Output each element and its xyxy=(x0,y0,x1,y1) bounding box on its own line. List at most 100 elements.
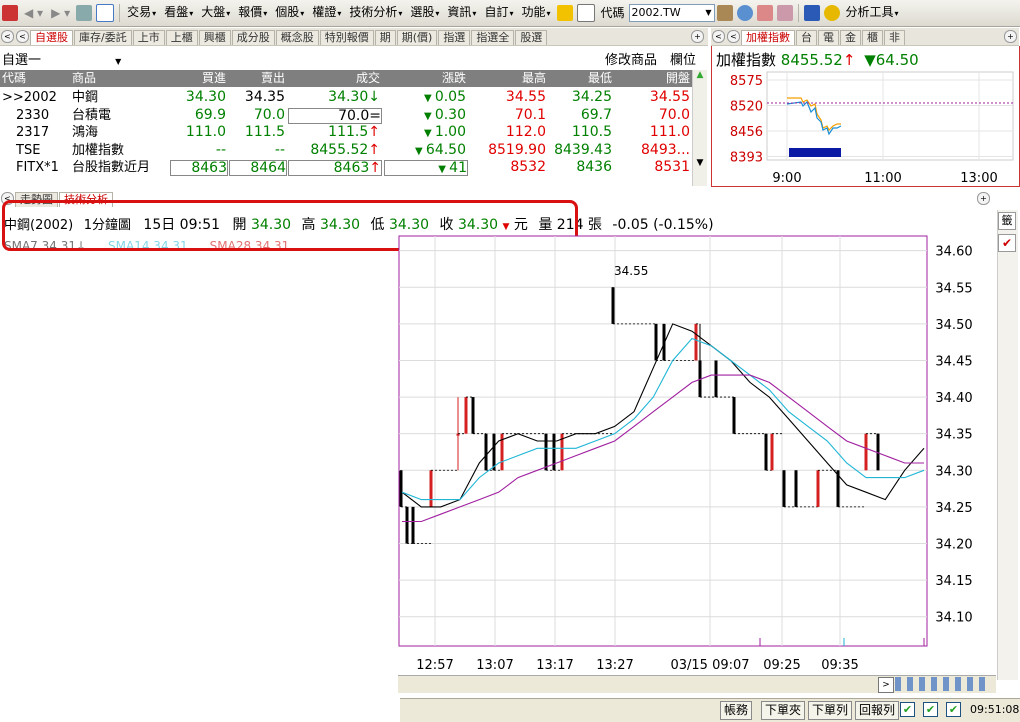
checkbox-icon[interactable]: ✔ xyxy=(946,702,961,717)
scroll-right-icon[interactable]: > xyxy=(878,677,894,693)
account-button[interactable]: 帳務 xyxy=(720,701,753,720)
zoom-icon[interactable]: + xyxy=(977,192,990,205)
checkbox-icon[interactable]: ✔ xyxy=(900,702,915,717)
tab-index-5[interactable]: 非 xyxy=(884,30,905,45)
tag-icon[interactable] xyxy=(776,5,793,21)
x-tick-label: 13:27 xyxy=(596,658,633,673)
column-header[interactable]: 最高 xyxy=(468,70,546,87)
scroll-left-icon[interactable]: < xyxy=(712,30,725,43)
scroll-left2-icon[interactable]: < xyxy=(16,30,29,43)
tab-quote-8[interactable]: 期 xyxy=(374,30,396,45)
scroll-up-icon[interactable]: ▲ xyxy=(693,70,707,84)
back-icon[interactable]: ◀ ▾ xyxy=(20,0,47,26)
tab-quote-6[interactable]: 概念股 xyxy=(275,30,319,45)
x-tick-label: 09:25 xyxy=(763,658,800,673)
table-row[interactable]: 2330 台積電 69.9 70.0 70.0= ▼ 0.30 70.1 69.7 70.0 xyxy=(0,107,694,124)
home-icon[interactable] xyxy=(2,5,18,21)
y-axis: 34.60 34.55 34.50 34.45 34.40 34.35 34.30 34.25… xyxy=(935,245,972,626)
checkbox-icon[interactable]: ✔ xyxy=(923,702,938,717)
cursor-icon[interactable] xyxy=(803,5,820,21)
quote-scrollbar[interactable]: ▲ ▼ xyxy=(692,70,707,186)
checkbox-icon[interactable]: ✔ xyxy=(998,234,1016,252)
menu-item-4[interactable]: 個股▾ xyxy=(271,0,308,27)
print-icon[interactable] xyxy=(76,5,93,21)
order-folder-button[interactable]: 下單夾 xyxy=(761,701,806,720)
menu-item-10[interactable]: 功能▾ xyxy=(517,0,554,27)
tab-quote-11[interactable]: 指選全 xyxy=(471,30,515,45)
menu-item-1[interactable]: 看盤▾ xyxy=(160,0,197,27)
tab-index-3[interactable]: 金 xyxy=(840,30,861,45)
side-label-button[interactable]: 籤 xyxy=(998,212,1016,230)
zoom-icon[interactable]: + xyxy=(691,30,704,43)
menu-item-2[interactable]: 大盤▾ xyxy=(197,0,234,27)
column-header[interactable]: 開盤 xyxy=(614,70,690,87)
tab-quote-1[interactable]: 庫存/委託 xyxy=(74,30,132,45)
menu-item-9[interactable]: 自訂▾ xyxy=(480,0,517,27)
order-bar-button[interactable]: 下單列 xyxy=(808,701,853,720)
y-tick-label: 34.40 xyxy=(935,391,972,406)
tab-quote-10[interactable]: 指選 xyxy=(438,30,471,45)
column-header[interactable]: 商品 xyxy=(72,70,168,87)
scroll-left2-icon[interactable]: < xyxy=(727,30,740,43)
modify-items-button[interactable]: 修改商品 xyxy=(605,49,657,68)
table-row[interactable]: FITX*1 台股指數近月 8463 8464 8463↑ ▼ 41 8532 8436 853… xyxy=(0,159,694,176)
trend-mark-icon: ↓ xyxy=(368,89,380,105)
menu-item-7[interactable]: 選股▾ xyxy=(406,0,443,27)
candle-body xyxy=(492,433,496,471)
columns-button[interactable]: 欄位 xyxy=(670,49,696,68)
watchlist-group-select[interactable]: 自選一 ▼ xyxy=(2,49,121,68)
tab-quote-4[interactable]: 興櫃 xyxy=(198,30,231,45)
tab-index-1[interactable]: 台 xyxy=(796,30,817,45)
tab-index-0[interactable]: 加權指數 xyxy=(741,30,795,45)
scroll-left-icon[interactable]: < xyxy=(1,30,14,43)
forward-icon[interactable]: ▶ ▾ xyxy=(47,0,74,26)
menu-item-5[interactable]: 權證▾ xyxy=(308,0,345,27)
chevron-down-icon[interactable]: ▼ xyxy=(705,5,711,21)
column-header[interactable]: 漲跌 xyxy=(384,70,466,87)
column-header[interactable]: 買進 xyxy=(170,70,226,87)
cell-open: 70.0 xyxy=(658,106,690,123)
magnifier-icon[interactable] xyxy=(736,5,753,21)
scroll-down-icon[interactable]: ▼ xyxy=(693,158,707,172)
tab-quote-12[interactable]: 股選 xyxy=(515,30,548,45)
tab-index-2[interactable]: 電 xyxy=(818,30,839,45)
alert-icon[interactable] xyxy=(756,5,773,21)
lightning-icon[interactable] xyxy=(556,5,573,21)
open-window-icon[interactable] xyxy=(96,4,115,22)
candle-body xyxy=(484,433,488,471)
menu-item-0[interactable]: 交易▾ xyxy=(123,0,160,27)
chart-scroll-toolbar[interactable]: > xyxy=(398,675,996,693)
candle-body xyxy=(405,506,409,544)
zoom-icon[interactable]: + xyxy=(1004,30,1017,43)
tab-quote-5[interactable]: 成分股 xyxy=(231,30,275,45)
tab-quote-0[interactable]: 自選股 xyxy=(30,30,73,45)
code-input[interactable]: 2002.TW ▼ xyxy=(628,4,715,22)
column-header[interactable]: 成交 xyxy=(288,70,380,87)
column-header[interactable]: 最低 xyxy=(548,70,612,87)
tab-quote-7[interactable]: 特別報價 xyxy=(319,30,374,45)
column-header[interactable]: 代碼 xyxy=(2,70,68,87)
cell-ask: 111.5 xyxy=(244,124,285,140)
analysis-tools-icon[interactable] xyxy=(823,5,840,21)
cell-code: >>2002 xyxy=(2,90,57,105)
chevron-down-icon[interactable]: ▼ xyxy=(115,57,121,66)
table-row[interactable]: >>2002 中鋼 34.30 34.35 34.30↓ ▼ 0.05 34.55 34.25… xyxy=(0,89,694,106)
notepad-icon[interactable] xyxy=(576,4,595,22)
menu-item-8[interactable]: 資訊▾ xyxy=(443,0,480,27)
cell-code: 2317 xyxy=(16,125,50,140)
tab-quote-2[interactable]: 上市 xyxy=(132,30,165,45)
tab-quote-9[interactable]: 期(價) xyxy=(396,30,438,45)
table-row[interactable]: 2317 鴻海 111.0 111.5 111.5↑ ▼ 1.00 112.0 110.5 11… xyxy=(0,124,694,141)
tab-index-4[interactable]: 櫃 xyxy=(862,30,883,45)
chevron-down-icon: ▾ xyxy=(300,9,305,18)
menu-item-3[interactable]: 報價▾ xyxy=(234,0,271,27)
chart-tools-icons[interactable] xyxy=(895,677,991,691)
analysis-tools-menu[interactable]: 分析工具▾ xyxy=(842,0,903,27)
y-tick-label: 34.45 xyxy=(935,354,972,369)
table-row[interactable]: TSE 加權指數 -- -- 8455.52↑ ▼ 64.50 8519.90 8439.43… xyxy=(0,142,694,159)
menu-item-6[interactable]: 技術分析▾ xyxy=(345,0,406,27)
column-header[interactable]: 賣出 xyxy=(229,70,285,87)
report-bar-button[interactable]: 回報列 xyxy=(855,701,900,720)
tab-quote-3[interactable]: 上櫃 xyxy=(165,30,198,45)
binoculars-icon[interactable] xyxy=(716,5,733,21)
